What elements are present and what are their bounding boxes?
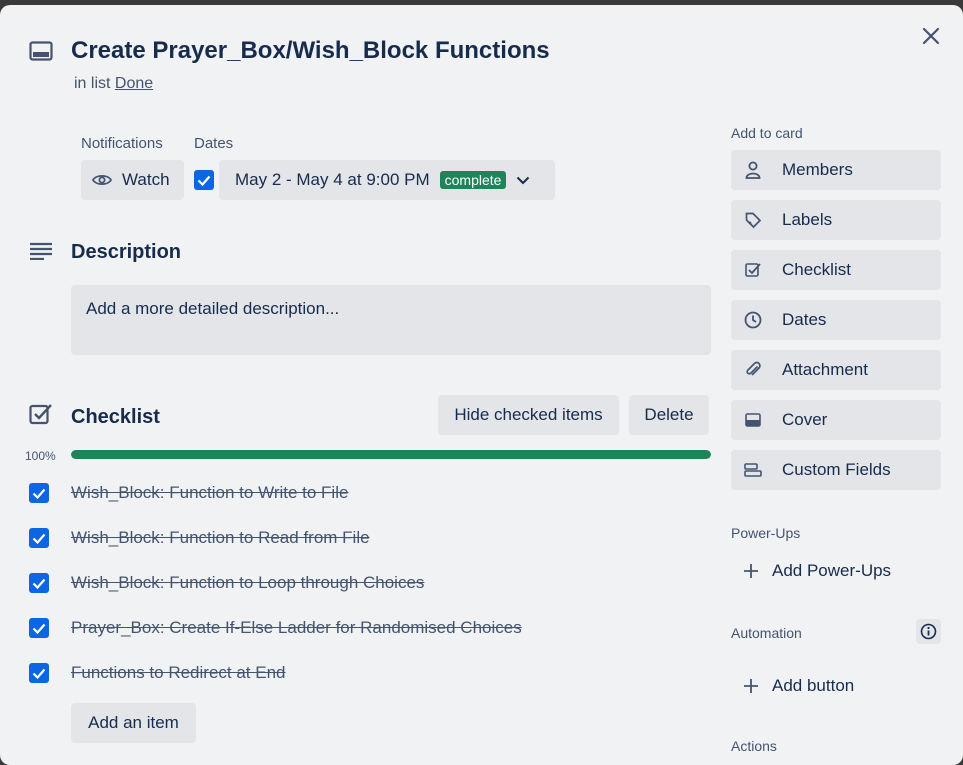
custom-fields-icon [742,463,764,477]
sidebar-checklist-button[interactable]: Checklist [731,250,941,290]
checklist-item-text[interactable]: Functions to Redirect at End [71,663,286,683]
checklist-item-checkbox[interactable] [29,663,49,683]
add-button-button[interactable]: Add button [731,666,941,706]
clock-icon [742,311,764,329]
sidebar-cover-button[interactable]: Cover [731,400,941,440]
progress-fill [71,450,711,459]
plus-icon [740,678,762,694]
checklist-item-checkbox[interactable] [29,528,49,548]
progress-bar [71,450,711,459]
close-icon[interactable] [921,26,941,46]
dates-label: Dates [194,135,234,152]
checklist-item-checkbox[interactable] [29,618,49,638]
notifications-label: Notifications [81,135,163,152]
sidebar-dates-button[interactable]: Dates [731,300,941,340]
plus-icon [740,563,762,579]
sidebar-button-label: Dates [782,310,827,329]
card-detail-modal: Create Prayer_Box/Wish_Block Functions i… [0,5,963,765]
sidebar-members-button[interactable]: Members [731,150,941,190]
add-power-ups-button[interactable]: Add Power-Ups [731,551,941,591]
checklist-item-text[interactable]: Wish_Block: Function to Read from File [71,528,370,548]
card-icon [29,41,53,61]
add-to-card-label: Add to card [731,125,803,141]
sidebar-attachment-button[interactable]: Attachment [731,350,941,390]
sidebar-button-label: Labels [782,210,833,229]
description-heading: Description [71,241,182,263]
complete-badge: complete [439,171,507,189]
description-input[interactable]: Add a more detailed description... [71,285,711,355]
dates-complete-checkbox[interactable] [194,170,214,190]
sidebar-button-label: Members [782,160,853,179]
person-icon [742,161,764,179]
sidebar-button-label: Checklist [782,260,851,279]
info-icon[interactable] [916,619,941,644]
checklist-item-checkbox[interactable] [29,573,49,593]
sidebar-button-label: Cover [782,410,828,429]
checklist-icon [29,403,53,425]
dates-dropdown[interactable]: May 2 - May 4 at 9:00 PM complete [219,160,555,200]
chevron-down-icon [516,176,530,185]
list-location: in list Done [74,75,153,93]
tag-icon [742,211,764,229]
actions-label: Actions [731,738,777,754]
checklist-item-checkbox[interactable] [29,483,49,503]
delete-checklist-button[interactable]: Delete [629,395,709,435]
watch-label: Watch [122,170,170,189]
add-item-button[interactable]: Add an item [71,703,196,743]
watch-button[interactable]: Watch [81,160,184,200]
add-power-ups-label: Add Power-Ups [772,561,892,580]
sidebar-button-label: Custom Fields [782,460,891,479]
sidebar-labels-button[interactable]: Labels [731,200,941,240]
paperclip-icon [742,361,764,379]
add-button-label: Add button [772,676,855,695]
checklist-item-text[interactable]: Wish_Block: Function to Write to File [71,483,348,503]
progress-percent: 100% [25,449,56,463]
in-list-prefix: in list [74,75,111,92]
checklist-heading: Checklist [71,406,160,428]
checklist-item-text[interactable]: Prayer_Box: Create If-Else Ladder for Ra… [71,618,522,638]
automation-label: Automation [731,625,802,641]
description-icon [29,242,53,260]
power-ups-label: Power-Ups [731,525,801,541]
list-link[interactable]: Done [115,75,153,92]
checklist-item-text[interactable]: Wish_Block: Function to Loop through Cho… [71,573,424,593]
cover-icon [742,413,764,427]
hide-checked-items-button[interactable]: Hide checked items [438,395,619,435]
card-title[interactable]: Create Prayer_Box/Wish_Block Functions [71,37,550,65]
dates-value: May 2 - May 4 at 9:00 PM [235,170,430,189]
checklist-icon [742,262,764,278]
eye-icon [92,173,112,187]
sidebar-custom-fields-button[interactable]: Custom Fields [731,450,941,490]
sidebar-button-label: Attachment [782,360,868,379]
